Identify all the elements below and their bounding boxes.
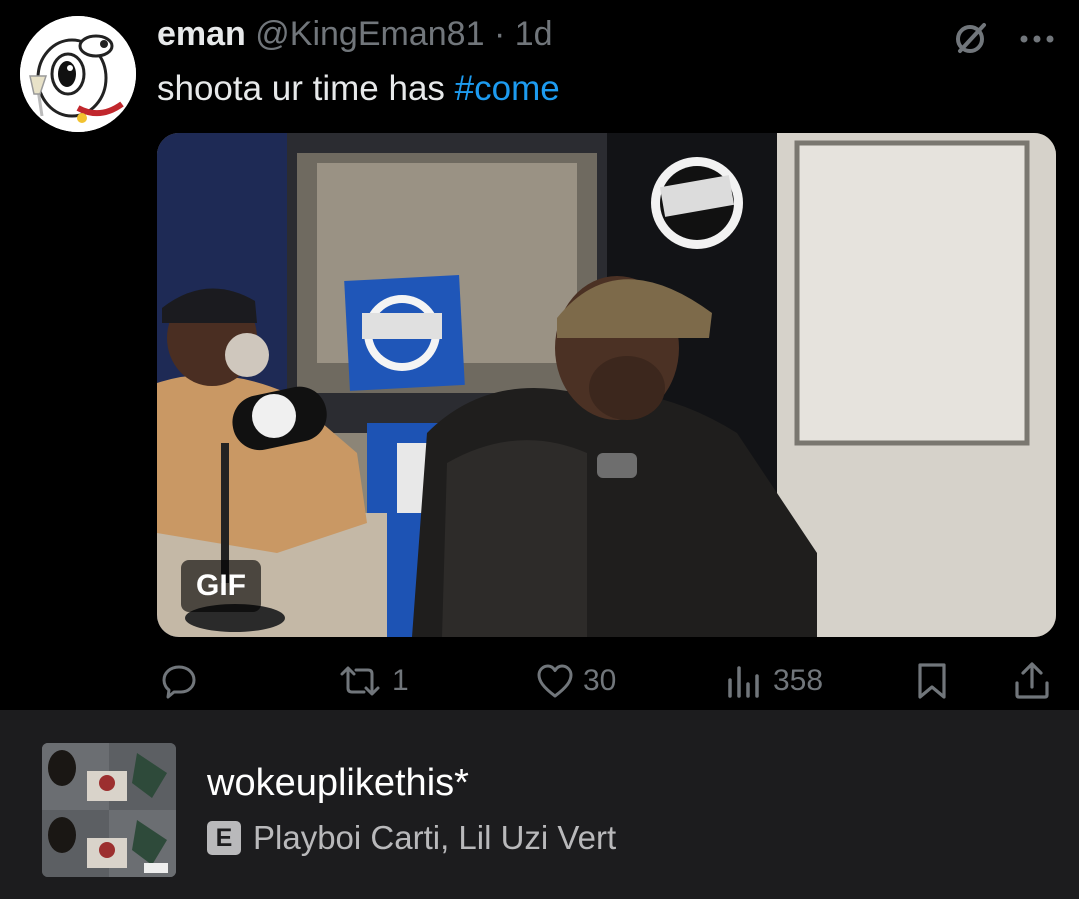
retweet-icon (340, 666, 380, 696)
author-handle[interactable]: @KingEman81 (255, 15, 484, 53)
tweet: eman @KingEman81 · 1d shoota ur time has… (0, 0, 1079, 710)
artist-names: Playboi Carti, Lil Uzi Vert (253, 819, 617, 856)
author-name[interactable]: eman (157, 15, 246, 53)
tweet-header: eman @KingEman81 · 1d (157, 14, 553, 54)
views-button[interactable]: 358 (725, 652, 823, 710)
retweet-count: 1 (392, 664, 409, 697)
bookmark-icon (918, 663, 946, 699)
studio-interview-gif-icon (157, 133, 1056, 637)
album-cover (42, 743, 176, 877)
views-icon (728, 666, 759, 698)
grok-icon[interactable] (951, 18, 991, 63)
tweet-text: shoota ur time has #come (157, 68, 560, 110)
reply-button[interactable] (160, 652, 198, 710)
explicit-badge: E (207, 821, 241, 855)
tweet-action-bar: 1 30 358 (0, 652, 1079, 710)
like-count: 30 (583, 664, 617, 697)
like-button[interactable]: 30 (535, 652, 616, 710)
more-icon[interactable] (1019, 32, 1055, 50)
heart-icon (537, 664, 573, 698)
retweet-button[interactable]: 1 (336, 652, 409, 710)
cartoon-dog-avatar-icon (20, 16, 136, 132)
share-icon (1015, 662, 1049, 699)
avatar[interactable] (20, 16, 136, 132)
artist-row: E Playboi Carti, Lil Uzi Vert (207, 818, 616, 858)
hashtag-link[interactable]: #come (455, 69, 560, 108)
now-playing-bar[interactable]: wokeuplikethis* E Playboi Carti, Lil Uzi… (0, 710, 1079, 899)
views-count: 358 (773, 664, 824, 697)
tweet-media-gif[interactable]: GIF (157, 133, 1056, 637)
tweet-top-icons (951, 18, 1055, 63)
bookmark-button[interactable] (914, 652, 950, 710)
track-title: wokeuplikethis* (207, 762, 469, 804)
share-button[interactable] (1012, 652, 1052, 710)
gif-badge: GIF (181, 560, 261, 612)
tweet-time[interactable]: 1d (515, 15, 553, 53)
header-separator: · (493, 15, 506, 53)
album-cover-art-icon (42, 743, 176, 877)
reply-icon (162, 665, 196, 699)
tweet-text-body: shoota ur time has (157, 69, 455, 108)
